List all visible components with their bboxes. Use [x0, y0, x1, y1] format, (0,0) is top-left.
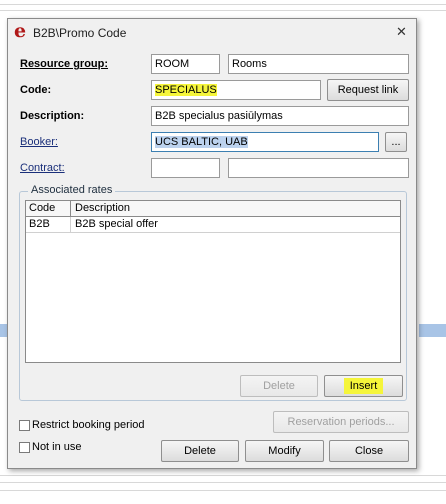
column-separator[interactable]	[70, 201, 71, 216]
app-logo: e	[14, 20, 27, 42]
booker-field[interactable]: UCS BALTIC, UAB	[151, 132, 379, 152]
restrict-booking-period-label: Restrict booking period	[32, 419, 145, 431]
background-row-line	[0, 10, 446, 11]
reservation-periods-button[interactable]: Reservation periods...	[273, 411, 409, 433]
delete-button[interactable]: Delete	[161, 440, 239, 462]
rates-table[interactable]: Code Description B2B B2B special offer	[25, 200, 401, 363]
rate-code-cell: B2B	[29, 218, 50, 230]
rate-insert-button[interactable]: Insert	[324, 375, 403, 397]
resource-group-code-field[interactable]: ROOM	[151, 54, 220, 74]
background-row-line	[0, 490, 446, 491]
associated-rates-title: Associated rates	[28, 184, 116, 196]
background-row-line	[0, 4, 446, 5]
close-button[interactable]: Close	[329, 440, 409, 462]
code-field[interactable]: SPECIALUS	[151, 80, 321, 100]
resource-group-name-field[interactable]: Rooms	[228, 54, 409, 74]
booker-value: UCS BALTIC, UAB	[155, 136, 248, 148]
window-title: B2B\Promo Code	[33, 26, 127, 40]
code-label: Code:	[20, 84, 52, 96]
background-row-line	[0, 475, 446, 476]
description-field[interactable]: B2B specialus pasiūlymas	[151, 106, 409, 126]
close-icon[interactable]: ✕	[396, 24, 407, 40]
booker-link[interactable]: Booker:	[20, 136, 58, 148]
restrict-booking-period-checkbox[interactable]	[19, 420, 30, 431]
table-row[interactable]: B2B B2B special offer	[26, 217, 400, 233]
not-in-use-label: Not in use	[32, 441, 82, 453]
contract-code-field[interactable]	[151, 158, 220, 178]
rate-description-cell: B2B special offer	[75, 218, 158, 230]
promo-code-dialog: e B2B\Promo Code ✕ Resource group: ROOM …	[7, 18, 417, 469]
title-bar: e B2B\Promo Code ✕	[8, 19, 416, 45]
contract-link[interactable]: Contract:	[20, 162, 65, 174]
insert-label: Insert	[343, 378, 384, 394]
contract-name-field[interactable]	[228, 158, 409, 178]
rates-table-header: Code Description	[26, 201, 400, 217]
column-header-code[interactable]: Code	[29, 202, 55, 214]
resource-group-label: Resource group:	[20, 58, 109, 70]
code-value: SPECIALUS	[155, 84, 217, 96]
associated-rates-group: Associated rates Code Description B2B B2…	[19, 184, 407, 401]
description-label: Description:	[20, 110, 85, 122]
request-link-button[interactable]: Request link	[327, 79, 409, 101]
cell-separator	[70, 217, 71, 232]
not-in-use-checkbox[interactable]	[19, 442, 30, 453]
background-row-line	[0, 482, 446, 483]
background-selected-row	[419, 324, 446, 337]
booker-browse-button[interactable]: ...	[385, 132, 407, 152]
column-header-description[interactable]: Description	[75, 202, 130, 214]
modify-button[interactable]: Modify	[245, 440, 324, 462]
rate-delete-button[interactable]: Delete	[240, 375, 318, 397]
